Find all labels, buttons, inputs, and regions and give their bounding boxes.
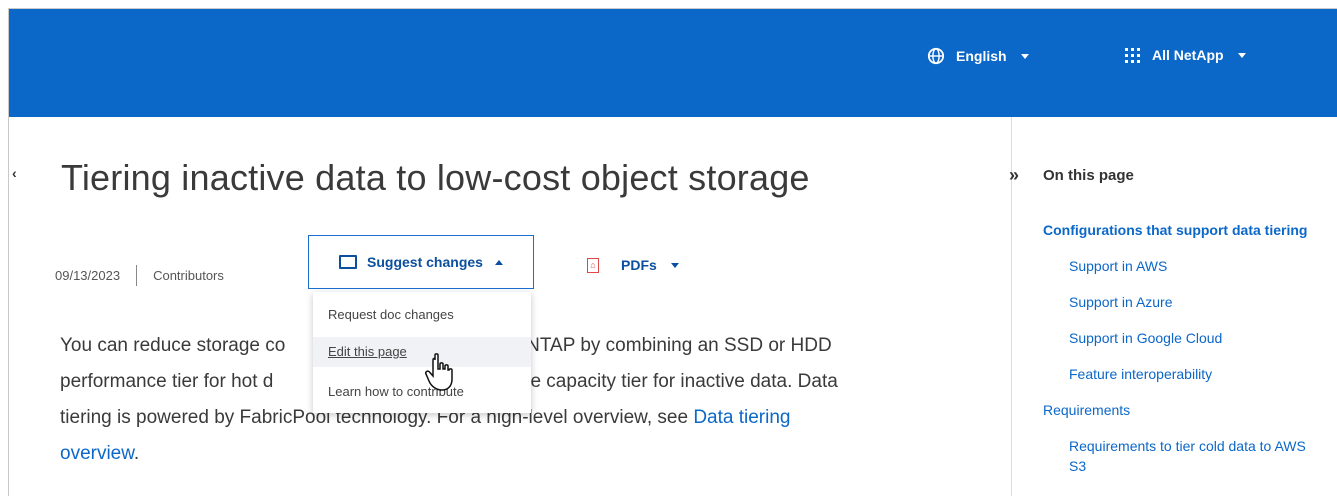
table-of-contents: Configurations that support data tiering… <box>1043 220 1313 476</box>
overview-link[interactable]: overview <box>60 443 134 464</box>
chevron-down-icon <box>670 262 679 268</box>
page-meta: 09/13/2023 Contributors <box>55 265 224 286</box>
toc-item-configurations[interactable]: Configurations that support data tiering <box>1043 220 1313 240</box>
toc-item[interactable]: Requirements to tier cold data to AWS S3 <box>1069 436 1313 476</box>
contributors-link[interactable]: Contributors <box>153 268 224 283</box>
grid-icon <box>1125 47 1140 63</box>
globe-icon <box>927 47 945 65</box>
chevron-down-icon <box>1237 52 1246 58</box>
suggest-changes-button[interactable]: Suggest changes <box>308 235 534 289</box>
pdfs-button[interactable]: ⌂ PDFs <box>587 257 679 273</box>
hand-cursor-icon <box>425 353 453 391</box>
pdfs-label: PDFs <box>621 257 657 273</box>
toc-item[interactable]: Support in AWS <box>1069 256 1313 276</box>
divider <box>136 265 138 286</box>
toc-item[interactable]: Feature interoperability <box>1069 364 1313 384</box>
language-label: English <box>956 48 1007 64</box>
request-doc-changes-item[interactable]: Request doc changes <box>313 300 531 330</box>
double-chevron-right-icon[interactable]: » <box>1009 165 1019 186</box>
chevron-left-icon[interactable]: ‹ <box>12 165 17 181</box>
page-title: Tiering inactive data to low-cost object… <box>61 157 810 198</box>
all-netapp-menu[interactable]: All NetApp <box>1125 47 1246 63</box>
browser-frame: English All NetApp » On this page Config… <box>8 8 1337 496</box>
chevron-up-icon <box>494 259 503 265</box>
pdf-icon: ⌂ <box>587 257 599 273</box>
all-netapp-label: All NetApp <box>1152 47 1224 63</box>
chevron-down-icon <box>1020 53 1029 59</box>
edit-this-page-item[interactable]: Edit this page <box>313 337 531 367</box>
language-selector[interactable]: English <box>927 47 1029 65</box>
toc-item-requirements[interactable]: Requirements <box>1043 400 1313 420</box>
top-navigation-bar: English All NetApp <box>9 9 1337 117</box>
suggest-changes-label: Suggest changes <box>367 254 483 270</box>
suggest-changes-dropdown: Request doc changes Edit this page Learn… <box>313 292 531 413</box>
toc-item[interactable]: Support in Google Cloud <box>1069 328 1313 348</box>
page-date: 09/13/2023 <box>55 268 121 283</box>
toc-heading: On this page <box>1043 167 1134 184</box>
data-tiering-link[interactable]: Data tiering <box>693 407 790 428</box>
learn-how-to-contribute-item[interactable]: Learn how to contribute <box>313 377 531 407</box>
toc-item[interactable]: Support in Azure <box>1069 292 1313 312</box>
comment-icon <box>339 255 358 269</box>
